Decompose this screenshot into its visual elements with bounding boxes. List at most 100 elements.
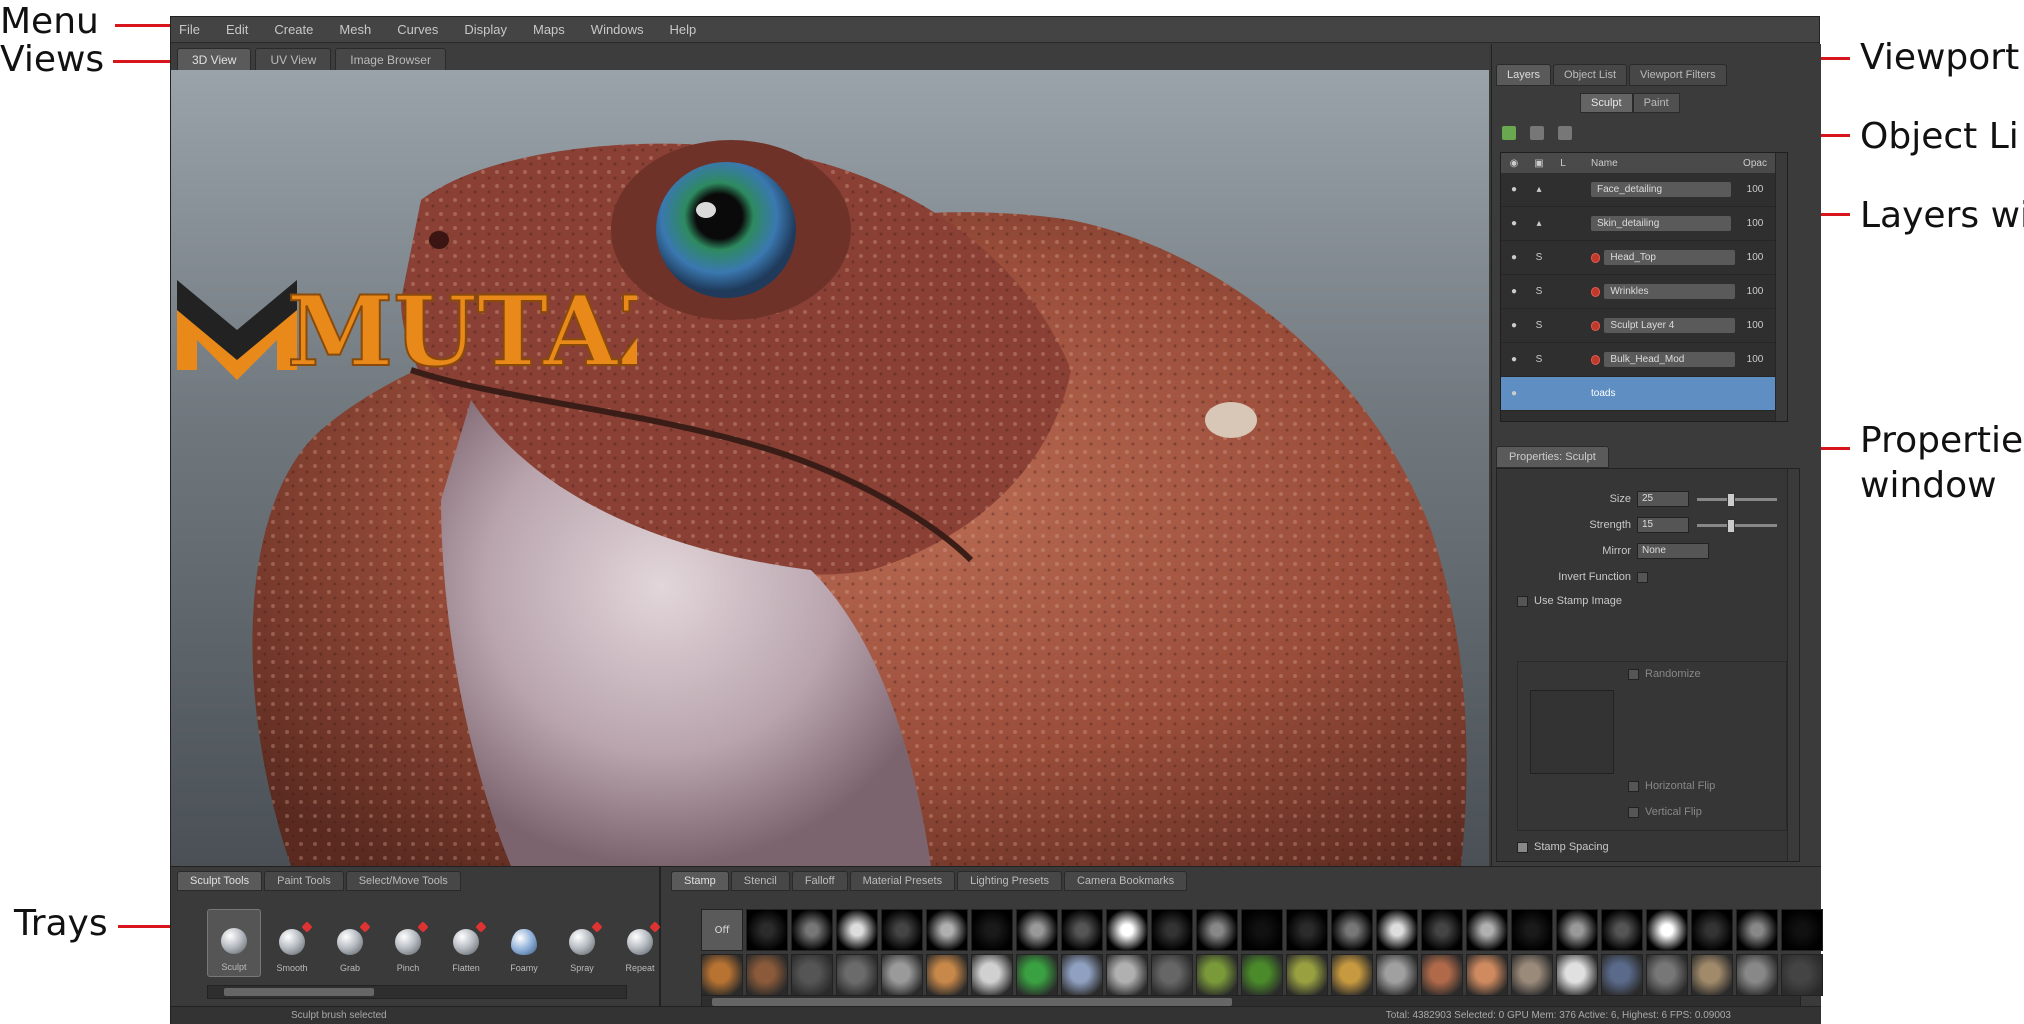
mirror-dropdown[interactable]: None [1637, 543, 1709, 559]
tab-paint-tools[interactable]: Paint Tools [264, 871, 344, 891]
layer-name[interactable]: Sculpt Layer 4 [1604, 318, 1735, 333]
tab-3d-view[interactable]: 3D View [177, 48, 252, 70]
stamp-thumbnail[interactable] [1511, 909, 1553, 951]
layer-row[interactable]: ● ▴ Face_detailing 100 [1501, 173, 1787, 207]
stamp-thumbnail[interactable] [1106, 909, 1148, 951]
menu-curves[interactable]: Curves [397, 22, 438, 37]
menu-windows[interactable]: Windows [591, 22, 644, 37]
stamp-thumbnail[interactable] [836, 954, 878, 996]
menu-create[interactable]: Create [274, 22, 313, 37]
menu-file[interactable]: File [179, 22, 200, 37]
menu-help[interactable]: Help [670, 22, 697, 37]
tab-viewport-filters[interactable]: Viewport Filters [1629, 64, 1727, 86]
use-stamp-checkbox[interactable] [1517, 595, 1528, 607]
stamp-thumbnail[interactable] [1286, 909, 1328, 951]
layer-row[interactable]: ● S Wrinkles 100 [1501, 275, 1787, 309]
visibility-icon[interactable]: ● [1501, 354, 1527, 365]
stamp-thumbnail[interactable] [1061, 954, 1103, 996]
layer-name[interactable]: Head_Top [1604, 250, 1735, 265]
stamp-off[interactable]: Off [701, 909, 743, 951]
layer-row[interactable]: ● ▴ Skin_detailing 100 [1501, 207, 1787, 241]
strength-slider[interactable] [1697, 518, 1777, 533]
col-lock[interactable]: ▣ [1527, 158, 1551, 169]
stamp-thumbnail[interactable] [1376, 909, 1418, 951]
tool-flatten[interactable]: Flatten [439, 909, 493, 977]
paint-layers-button[interactable]: Paint [1632, 93, 1680, 113]
col-visibility[interactable]: ◉ [1501, 158, 1527, 169]
size-slider[interactable] [1697, 492, 1777, 507]
stamp-thumbnail[interactable] [746, 909, 788, 951]
layer-opacity[interactable]: 100 [1735, 320, 1775, 331]
tool-sculpt[interactable]: Sculpt [207, 909, 261, 977]
layer-row[interactable]: ● S Head_Top 100 [1501, 241, 1787, 275]
stamp-thumbnail[interactable] [836, 909, 878, 951]
stamp-thumbnail[interactable] [926, 954, 968, 996]
stamp-thumbnail[interactable] [1781, 954, 1823, 996]
menu-edit[interactable]: Edit [226, 22, 248, 37]
tab-image-browser[interactable]: Image Browser [335, 48, 446, 70]
tab-stamp[interactable]: Stamp [671, 871, 729, 891]
visibility-icon[interactable]: ● [1501, 320, 1527, 331]
stamp-thumbnail[interactable] [1016, 909, 1058, 951]
stamp-thumbnail[interactable] [971, 954, 1013, 996]
stamp-thumbnail[interactable] [1691, 909, 1733, 951]
tab-lighting-presets[interactable]: Lighting Presets [957, 871, 1062, 891]
lock-icon[interactable]: ▴ [1527, 218, 1551, 229]
stamp-thumbnail[interactable] [1646, 954, 1688, 996]
stamp-thumbnail[interactable] [1601, 954, 1643, 996]
stamp-thumbnail[interactable] [1286, 954, 1328, 996]
tab-stencil[interactable]: Stencil [730, 871, 790, 891]
invert-checkbox[interactable] [1637, 571, 1648, 583]
stamp-thumbnail[interactable] [1511, 954, 1553, 996]
layer-opacity[interactable]: 100 [1735, 354, 1775, 365]
layer-options-icon[interactable] [1558, 126, 1572, 140]
tab-select-move-tools[interactable]: Select/Move Tools [345, 871, 461, 891]
layer-s-flag[interactable]: S [1527, 286, 1551, 297]
stamp-thumbnail[interactable] [1106, 954, 1148, 996]
stamp-thumbnail[interactable] [1376, 954, 1418, 996]
visibility-icon[interactable]: ● [1501, 388, 1527, 399]
3d-viewport[interactable]: MUTAZ [171, 70, 1489, 866]
stamp-thumbnail[interactable] [971, 909, 1013, 951]
stamp-thumbnail[interactable] [1241, 909, 1283, 951]
visibility-icon[interactable]: ● [1501, 184, 1527, 195]
layer-opacity[interactable]: 100 [1735, 286, 1775, 297]
tool-foamy[interactable]: Foamy [497, 909, 551, 977]
menu-mesh[interactable]: Mesh [339, 22, 371, 37]
layer-opacity[interactable]: 100 [1735, 252, 1775, 263]
stamp-thumbnail[interactable] [1241, 954, 1283, 996]
stamp-thumbnail[interactable] [701, 954, 743, 996]
layer-s-flag[interactable]: S [1527, 354, 1551, 365]
layer-row[interactable]: ● S Bulk_Head_Mod 100 [1501, 343, 1787, 377]
lock-icon[interactable]: ▴ [1527, 184, 1551, 195]
layers-scrollbar[interactable] [1775, 153, 1787, 421]
layer-name[interactable]: Skin_detailing [1591, 216, 1731, 231]
stamp-thumbnail[interactable] [1736, 954, 1778, 996]
stamp-thumbnail[interactable] [1646, 909, 1688, 951]
menu-display[interactable]: Display [464, 22, 507, 37]
stamp-thumbnail[interactable] [746, 954, 788, 996]
stamp-thumbnail[interactable] [1061, 909, 1103, 951]
stamp-thumbnail[interactable] [1691, 954, 1733, 996]
col-name[interactable]: Name [1575, 158, 1735, 169]
col-l[interactable]: L [1551, 158, 1575, 169]
tool-smooth[interactable]: Smooth [265, 909, 319, 977]
stamp-thumbnail[interactable] [1151, 909, 1193, 951]
stamp-spacing-checkbox[interactable] [1517, 841, 1528, 853]
layer-name[interactable]: Wrinkles [1604, 284, 1735, 299]
stamp-thumbnail[interactable] [1016, 954, 1058, 996]
randomize-checkbox[interactable] [1628, 668, 1639, 680]
stamp-thumbnail[interactable] [791, 909, 833, 951]
visibility-icon[interactable]: ● [1501, 286, 1527, 297]
tools-scrollbar[interactable] [207, 985, 627, 999]
tab-object-list[interactable]: Object List [1553, 64, 1627, 86]
stamp-thumbnail[interactable] [1601, 909, 1643, 951]
stamp-thumbnail[interactable] [1331, 909, 1373, 951]
stamp-thumbnail[interactable] [1196, 954, 1238, 996]
stamp-preview[interactable] [1530, 690, 1614, 774]
stamp-thumbnail[interactable] [1781, 909, 1823, 951]
tab-uv-view[interactable]: UV View [255, 48, 332, 70]
stamp-thumbnail[interactable] [1556, 954, 1598, 996]
properties-scrollbar[interactable] [1787, 469, 1799, 861]
stamp-thumbnail[interactable] [1421, 909, 1463, 951]
